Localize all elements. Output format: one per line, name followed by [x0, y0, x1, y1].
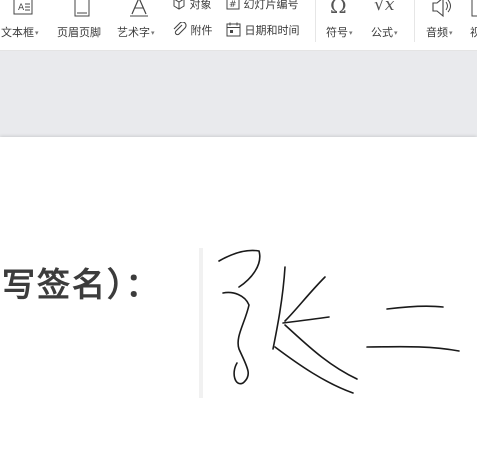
speaker-icon — [432, 0, 451, 18]
art-text-label: 艺术字 — [117, 26, 150, 39]
text-box-label: 文本框 — [1, 26, 34, 39]
art-text-button[interactable]: 艺术字▾ — [117, 24, 155, 40]
chevron-down-icon: ▾ — [449, 29, 453, 37]
object-label: 对象 — [189, 0, 212, 11]
omega-icon: Ω — [330, 0, 347, 18]
symbol-label: 符号 — [326, 26, 348, 39]
header-footer-button[interactable]: 页眉页脚 — [57, 24, 101, 40]
art-text-icon — [130, 0, 148, 17]
header-footer-icon — [74, 0, 90, 17]
signature-image[interactable] — [203, 243, 461, 399]
video-label: 视 — [470, 26, 477, 39]
chevron-down-icon: ▾ — [35, 29, 39, 37]
insert-ribbon: A 文本框▾ 页眉页脚 艺术字▾ 对象 # 幻灯片编号 附件 日期和时间 Ω 符… — [0, 0, 477, 51]
header-footer-label: 页眉页脚 — [57, 26, 101, 39]
chevron-down-icon: ▾ — [394, 29, 398, 37]
formula-label: 公式 — [371, 26, 393, 39]
ribbon-divider — [315, 0, 316, 42]
svg-text:A: A — [18, 3, 25, 13]
date-time-button[interactable]: 日期和时间 — [226, 22, 300, 38]
handwritten-signature — [218, 249, 460, 394]
slide-number-button[interactable]: # 幻灯片编号 — [226, 0, 299, 12]
text-box-icon: A — [13, 0, 33, 15]
calendar-icon — [226, 22, 241, 37]
video-icon — [471, 0, 477, 17]
chevron-down-icon: ▾ — [349, 29, 353, 37]
video-button[interactable]: 视 — [470, 24, 477, 40]
ribbon-divider — [414, 0, 415, 42]
object-button[interactable]: 对象 — [172, 0, 212, 12]
slide-number-label: 幻灯片编号 — [243, 0, 299, 11]
signature-prompt-text: 写签名）： — [2, 265, 161, 304]
attachment-label: 附件 — [190, 24, 213, 37]
formula-button[interactable]: 公式▾ — [371, 24, 398, 40]
formula-icon: √x — [374, 0, 395, 15]
slide-number-icon: # — [226, 0, 240, 10]
attachment-button[interactable]: 附件 — [172, 21, 213, 38]
date-time-label: 日期和时间 — [244, 24, 300, 37]
symbol-button[interactable]: 符号▾ — [326, 24, 353, 40]
chevron-down-icon: ▾ — [151, 29, 155, 37]
text-box-button[interactable]: 文本框▾ — [1, 24, 39, 40]
paperclip-icon — [173, 21, 187, 36]
audio-button[interactable]: 音频▾ — [426, 24, 453, 40]
svg-text:#: # — [229, 0, 237, 10]
audio-label: 音频 — [426, 26, 448, 39]
object-icon — [173, 0, 185, 10]
